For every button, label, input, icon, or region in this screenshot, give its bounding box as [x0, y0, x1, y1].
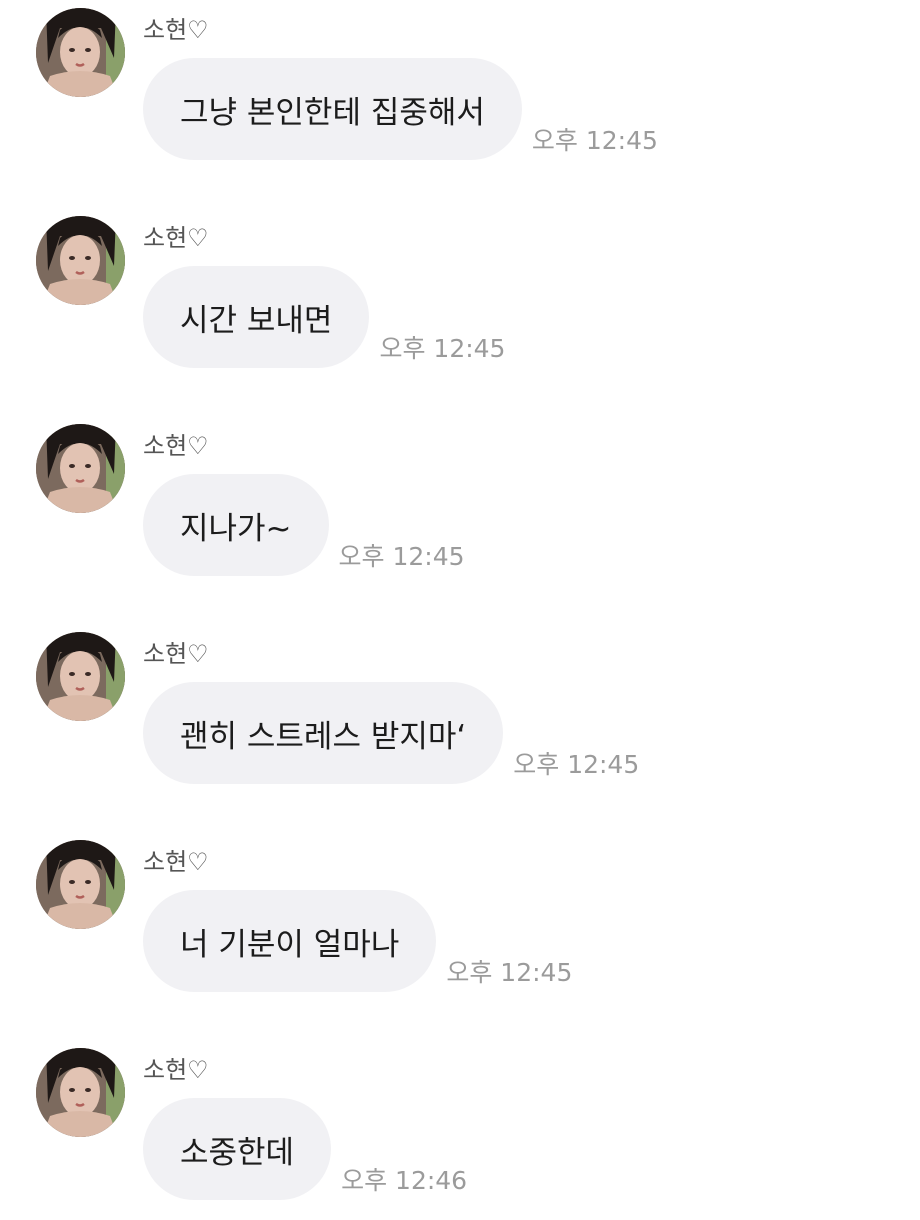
message-item: 소현♡ 괜히 스트레스 받지마‘ 오후 12:45 — [0, 624, 920, 804]
message-row: 괜히 스트레스 받지마‘ 오후 12:45 — [143, 682, 639, 784]
message-bubble[interactable]: 소중한데 — [143, 1098, 332, 1200]
sender-avatar[interactable] — [36, 1048, 125, 1137]
message-timestamp: 오후 12:45 — [513, 750, 640, 779]
sender-avatar[interactable] — [36, 8, 125, 97]
sender-avatar[interactable] — [36, 632, 125, 721]
message-row: 지나가~ 오후 12:45 — [143, 474, 465, 576]
sender-name: 소현♡ — [143, 432, 209, 460]
message-timestamp: 오후 12:45 — [531, 126, 658, 155]
message-bubble[interactable]: 시간 보내면 — [143, 266, 370, 368]
sender-name: 소현♡ — [143, 16, 209, 44]
profile-photo-icon — [36, 424, 125, 513]
message-row: 시간 보내면 오후 12:45 — [143, 266, 505, 368]
message-timestamp: 오후 12:45 — [379, 334, 506, 363]
message-timestamp: 오후 12:46 — [341, 1166, 468, 1195]
sender-avatar[interactable] — [36, 424, 125, 513]
message-timestamp: 오후 12:45 — [446, 958, 573, 987]
message-bubble[interactable]: 지나가~ — [143, 474, 329, 576]
chat-message-list: 소현♡ 그냥 본인한테 집중해서 오후 12:45 소현♡ 시간 보내면 오후 … — [0, 0, 920, 1200]
message-row: 너 기분이 얼마나 오후 12:45 — [143, 890, 572, 992]
message-item: 소현♡ 시간 보내면 오후 12:45 — [0, 208, 920, 388]
profile-photo-icon — [36, 840, 125, 929]
message-row: 소중한데 오후 12:46 — [143, 1098, 467, 1200]
message-timestamp: 오후 12:45 — [338, 542, 465, 571]
profile-photo-icon — [36, 632, 125, 721]
message-item: 소현♡ 너 기분이 얼마나 오후 12:45 — [0, 832, 920, 1012]
sender-name: 소현♡ — [143, 640, 209, 668]
message-bubble[interactable]: 너 기분이 얼마나 — [143, 890, 437, 992]
sender-avatar[interactable] — [36, 840, 125, 929]
profile-photo-icon — [36, 8, 125, 97]
message-bubble[interactable]: 괜히 스트레스 받지마‘ — [143, 682, 504, 784]
message-bubble[interactable]: 그냥 본인한테 집중해서 — [143, 58, 522, 160]
profile-photo-icon — [36, 1048, 125, 1137]
sender-avatar[interactable] — [36, 216, 125, 305]
sender-name: 소현♡ — [143, 224, 209, 252]
message-row: 그냥 본인한테 집중해서 오후 12:45 — [143, 58, 658, 160]
sender-name: 소현♡ — [143, 1056, 209, 1084]
message-item: 소현♡ 그냥 본인한테 집중해서 오후 12:45 — [0, 0, 920, 180]
sender-name: 소현♡ — [143, 848, 209, 876]
message-item: 소현♡ 지나가~ 오후 12:45 — [0, 416, 920, 596]
message-item: 소현♡ 소중한데 오후 12:46 — [0, 1040, 920, 1220]
profile-photo-icon — [36, 216, 125, 305]
